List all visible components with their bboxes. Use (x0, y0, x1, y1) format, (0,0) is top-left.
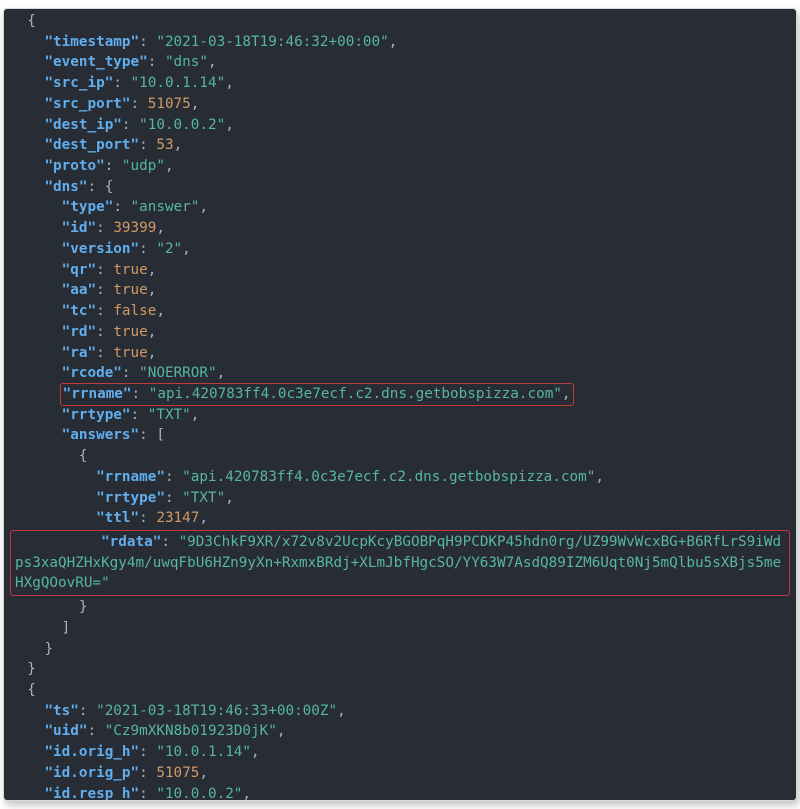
json-bool: true (113, 262, 147, 278)
json-key: "rrtype" (96, 490, 165, 506)
json-key: "rrname" (63, 386, 132, 402)
json-string: "TXT" (148, 407, 191, 423)
json-key: "rrname" (96, 469, 165, 485)
code-panel: { "timestamp": "2021-03-18T19:46:32+00:0… (3, 8, 797, 801)
json-key: "src_ip" (44, 75, 113, 91)
json-key: "rcode" (62, 365, 122, 381)
json-string: "2021-03-18T19:46:32+00:00" (156, 34, 388, 50)
json-key: "rdata" (101, 534, 161, 550)
json-key: "ts" (44, 703, 78, 719)
json-number: 23147 (156, 510, 199, 526)
json-key: "id" (62, 220, 96, 236)
json-string: "10.0.1.14" (131, 75, 226, 91)
json-string: "10.0.0.2" (156, 786, 242, 801)
json-key: "timestamp" (44, 34, 139, 50)
json-key: "id.resp_h" (44, 786, 139, 801)
json-key: "qr" (62, 262, 96, 278)
json-string: "2021-03-18T19:46:33+00:00Z" (96, 703, 337, 719)
json-key: "uid" (44, 723, 87, 739)
json-key: "src_port" (44, 96, 130, 112)
json-key: "version" (62, 241, 139, 257)
json-key: "dest_ip" (44, 117, 121, 133)
json-string: "TXT" (182, 490, 225, 506)
json-bool: true (113, 324, 147, 340)
json-key: "rd" (62, 324, 96, 340)
json-number: 51075 (156, 765, 199, 781)
json-number: 51075 (148, 96, 191, 112)
json-key: "type" (62, 199, 114, 215)
json-string: "api.420783ff4.0c3e7ecf.c2.dns.getbobspi… (149, 386, 562, 402)
json-key: "answers" (62, 427, 139, 443)
json-number: 39399 (113, 220, 156, 236)
json-string: "10.0.0.2" (139, 117, 225, 133)
json-log-output: { "timestamp": "2021-03-18T19:46:32+00:0… (10, 11, 790, 801)
highlight-rrname: "rrname": "api.420783ff4.0c3e7ecf.c2.dns… (60, 383, 574, 406)
json-string: "Cz9mXKN8b01923D0jK" (105, 723, 277, 739)
json-string: "dns" (165, 54, 208, 70)
json-string: "2" (156, 241, 182, 257)
json-key: "ttl" (96, 510, 139, 526)
json-key: "ra" (62, 345, 96, 361)
json-string: "api.420783ff4.0c3e7ecf.c2.dns.getbobspi… (182, 469, 595, 485)
json-string: "NOERROR" (139, 365, 216, 381)
json-string: "answer" (131, 199, 200, 215)
json-key: "tc" (62, 303, 96, 319)
json-string: "udp" (122, 158, 165, 174)
json-key: "id.orig_h" (44, 744, 139, 760)
json-string: "10.0.1.14" (156, 744, 251, 760)
json-key: "proto" (44, 158, 104, 174)
json-key: "dest_port" (44, 137, 139, 153)
json-key: "id.orig_p" (44, 765, 139, 781)
json-bool: true (113, 345, 147, 361)
json-key: "aa" (62, 282, 96, 298)
highlight-rdata: "rdata": "9D3ChkF9XR/x72v8v2UcpKcyBGOBPq… (10, 530, 790, 596)
json-bool: false (113, 303, 156, 319)
json-key: "rrtype" (62, 407, 131, 423)
json-number: 53 (156, 137, 173, 153)
json-key: "dns" (44, 179, 87, 195)
json-bool: true (113, 282, 147, 298)
json-key: "event_type" (44, 54, 147, 70)
